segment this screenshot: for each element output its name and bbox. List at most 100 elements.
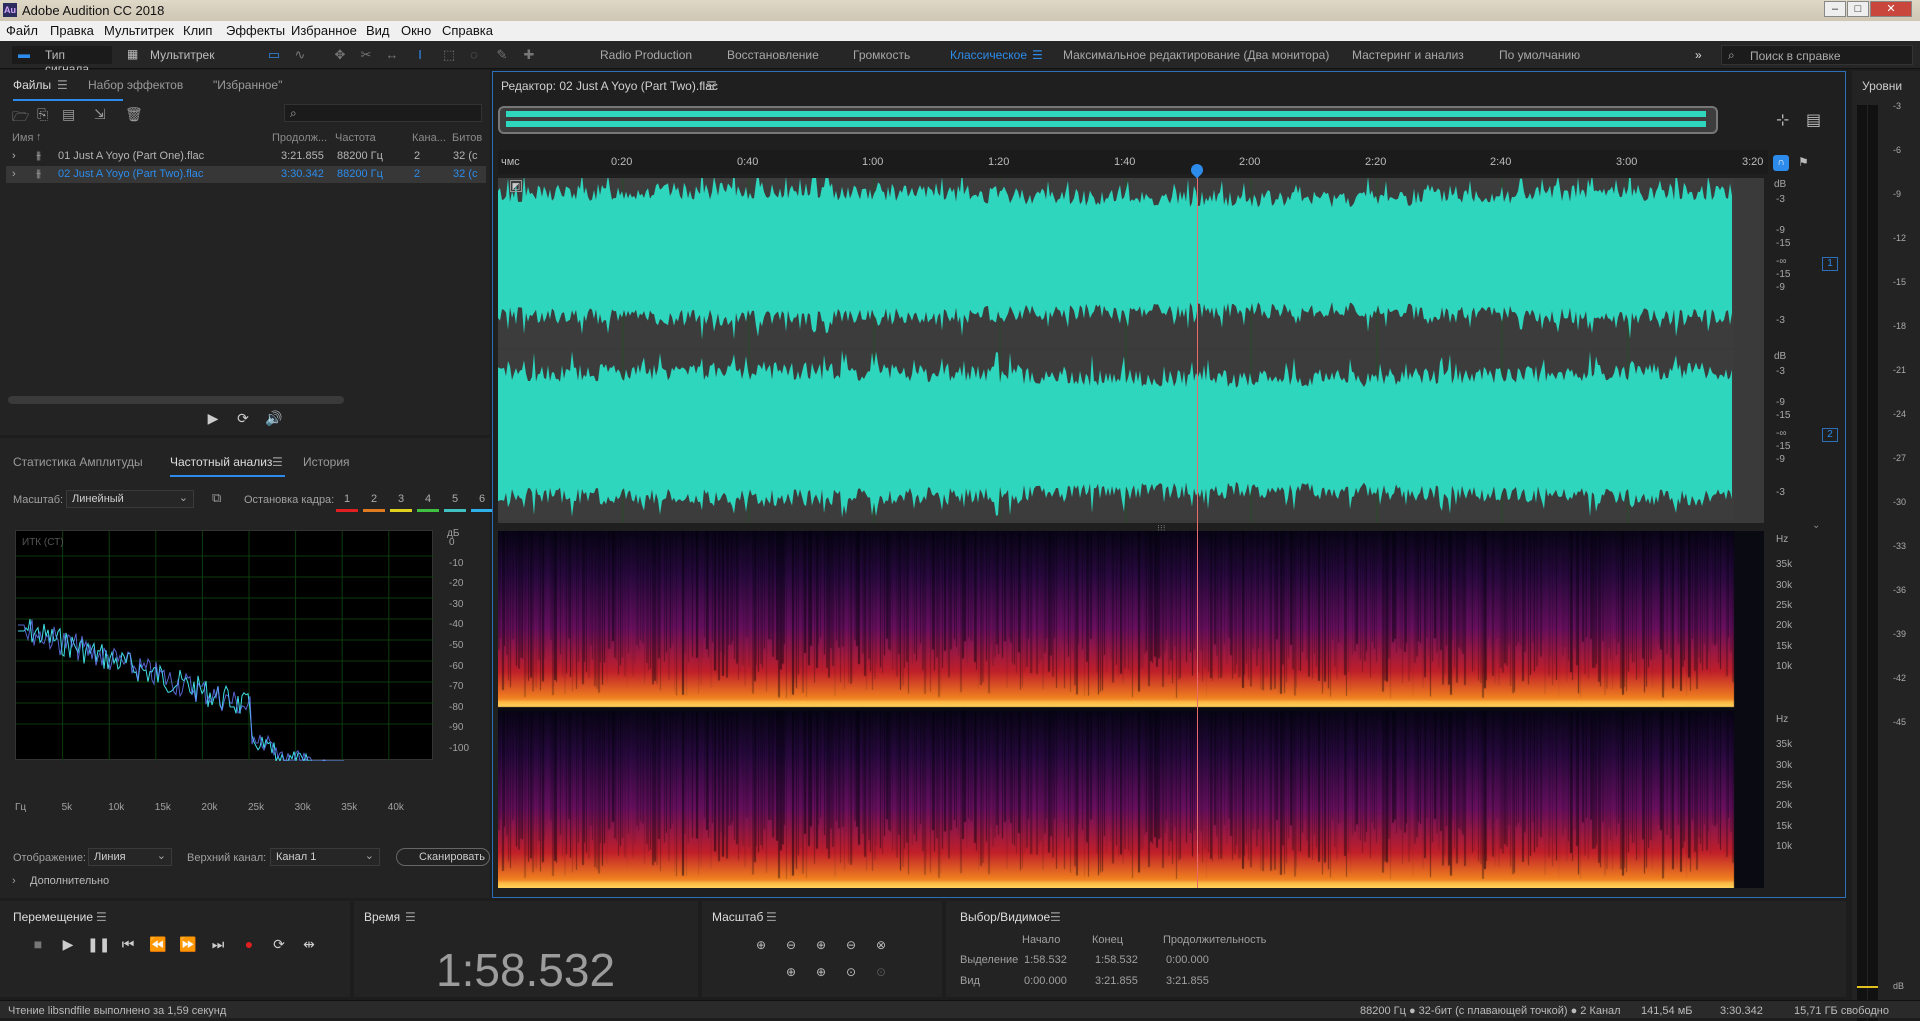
tab-files[interactable]: Файлы (13, 78, 51, 92)
selection-start[interactable]: 1:58.532 (1024, 954, 1067, 966)
zoom-out-time-icon[interactable]: ⊖ (840, 935, 862, 955)
tab-effects-rack[interactable]: Набор эффектов (88, 78, 183, 92)
spectral-display-icon[interactable]: ▭ (265, 46, 283, 64)
menu-file[interactable]: Файл (6, 23, 38, 38)
menu-favorites[interactable]: Избранное (291, 23, 357, 38)
display-dropdown[interactable]: Линия (88, 848, 172, 866)
menu-effects[interactable]: Эффекты (226, 23, 285, 38)
stop-icon[interactable]: ■ (28, 934, 48, 954)
import-file-icon[interactable]: ⎘ (37, 106, 48, 123)
playhead[interactable] (1197, 170, 1198, 888)
advanced-chevron-icon[interactable]: › (12, 875, 16, 887)
file-row-selected[interactable]: › ⫵ 02 Just A Yoyo (Part Two).flac 3:30.… (6, 166, 486, 183)
zoom-in-start-icon[interactable]: ⊕ (780, 962, 802, 982)
pitch-display-icon[interactable]: ∿ (291, 46, 309, 64)
workspace-loudness[interactable]: Громкость (853, 48, 910, 62)
minimize-button[interactable]: – (1824, 1, 1846, 17)
zoom-in-end-icon[interactable]: ⊕ (810, 962, 832, 982)
pause-icon[interactable]: ❚❚ (87, 934, 110, 954)
col-bits[interactable]: Битов (452, 132, 482, 144)
collapse-chevron-icon[interactable]: ⌄ (1812, 520, 1820, 531)
new-file-icon[interactable]: ▤ (62, 106, 75, 123)
workspace-restoration[interactable]: Восстановление (727, 48, 819, 62)
spot-healing-tool-icon[interactable]: ✚ (520, 46, 538, 64)
menu-help[interactable]: Справка (442, 23, 493, 38)
workspace-radio-production[interactable]: Radio Production (600, 48, 692, 62)
headphone-icon[interactable]: ∩ (1773, 155, 1789, 171)
menu-window[interactable]: Окно (401, 23, 431, 38)
menu-clip[interactable]: Клип (183, 23, 212, 38)
preview-loop-icon[interactable]: ⟳ (233, 408, 253, 428)
expand-chevron-icon[interactable]: › (12, 150, 16, 162)
zoom-out-full-icon[interactable]: ⊗ (870, 935, 892, 955)
waveform-area[interactable] (498, 167, 1764, 523)
hud-icon[interactable]: ◩ (510, 180, 522, 192)
time-menu-icon[interactable]: ☰ (405, 910, 416, 924)
loop-playback-icon[interactable]: ⟳ (269, 934, 289, 954)
channel-2-badge[interactable]: 2 (1822, 428, 1838, 442)
hold-button-4[interactable]: 4 (417, 490, 439, 508)
expand-chevron-icon[interactable]: › (12, 168, 16, 180)
files-tab-menu-icon[interactable]: ☰ (57, 78, 68, 92)
brush-tool-icon[interactable]: ✎ (493, 46, 511, 64)
view-duration[interactable]: 3:21.855 (1166, 975, 1209, 987)
workspace-max-edit[interactable]: Максимальное редактирование (Два монитор… (1063, 48, 1329, 62)
menu-edit[interactable]: Правка (50, 23, 94, 38)
scale-dropdown[interactable]: Линейный (66, 490, 194, 508)
play-icon[interactable]: ▶ (58, 934, 78, 954)
capture-icon[interactable]: ⧉ (212, 490, 221, 506)
spectrogram-area[interactable] (498, 531, 1764, 888)
maximize-button[interactable]: □ (1847, 1, 1869, 17)
workspace-mastering[interactable]: Мастеринг и анализ (1352, 48, 1464, 62)
zoom-in-amplitude-icon[interactable]: ⊕ (750, 935, 772, 955)
selection-menu-icon[interactable]: ☰ (1050, 910, 1061, 924)
hold-button-5[interactable]: 5 (444, 490, 466, 508)
rewind-icon[interactable]: ⏪ (148, 934, 168, 954)
menu-multitrack[interactable]: Мультитрек (104, 23, 174, 38)
files-search-input[interactable]: ⌕ (284, 104, 482, 122)
workspace-classic[interactable]: Классическое (950, 48, 1027, 62)
move-tool-icon[interactable]: ✥ (331, 46, 349, 64)
lasso-tool-icon[interactable]: ◌ (465, 46, 483, 64)
hold-button-3[interactable]: 3 (390, 490, 412, 508)
hold-button-1[interactable]: 1 (336, 490, 358, 508)
record-icon[interactable]: ● (239, 934, 259, 954)
zoom-out-amplitude-icon[interactable]: ⊖ (780, 935, 802, 955)
files-horizontal-scrollbar[interactable] (8, 396, 344, 404)
zoom-navigator-icon[interactable]: ⊹ (1776, 110, 1789, 130)
auto-play-icon[interactable]: 🔊 (264, 408, 284, 428)
view-end[interactable]: 3:21.855 (1095, 975, 1138, 987)
close-button[interactable]: ✕ (1870, 1, 1912, 17)
col-duration[interactable]: Продолж... (272, 132, 327, 144)
scan-button[interactable]: Сканировать (396, 848, 490, 866)
workspace-menu-icon[interactable]: ☰ (1032, 48, 1043, 62)
multitrack-mode-button[interactable]: ▦ Мультитрек (124, 46, 214, 64)
slip-tool-icon[interactable]: ↔ (383, 46, 401, 64)
view-start[interactable]: 0:00.000 (1024, 975, 1067, 987)
editor-menu-icon[interactable]: ☰ (706, 79, 717, 93)
more-workspaces-icon[interactable]: » (1695, 48, 1702, 62)
fast-forward-icon[interactable]: ⏩ (178, 934, 198, 954)
overview-navigator[interactable] (498, 106, 1718, 134)
go-to-end-icon[interactable]: ⏭ (208, 934, 228, 954)
selection-end[interactable]: 1:58.532 (1095, 954, 1138, 966)
workspace-default[interactable]: По умолчанию (1499, 48, 1580, 62)
col-channels[interactable]: Кана... (412, 132, 446, 144)
help-search-input[interactable]: ⌕ Поиск в справке (1721, 45, 1913, 65)
advanced-toggle[interactable]: Дополнительно (30, 875, 109, 887)
razor-tool-icon[interactable]: ✂ (357, 46, 375, 64)
zoom-spectral-icon[interactable]: ⊙ (870, 962, 892, 982)
menu-view[interactable]: Вид (366, 23, 390, 38)
time-display[interactable]: 1:58.532 (436, 943, 615, 997)
skip-selection-icon[interactable]: ⇹ (299, 934, 319, 954)
channel-dropdown[interactable]: Канал 1 (270, 848, 380, 866)
hold-button-6[interactable]: 6 (471, 490, 493, 508)
hold-button-2[interactable]: 2 (363, 490, 385, 508)
selection-duration[interactable]: 0:00.000 (1166, 954, 1209, 966)
zoom-in-time-icon[interactable]: ⊕ (810, 935, 832, 955)
col-rate[interactable]: Частота (335, 132, 376, 144)
file-row[interactable]: › ⫵ 01 Just A Yoyo (Part One).flac 3:21.… (6, 148, 486, 165)
time-selection-tool-icon[interactable]: I (411, 46, 429, 64)
channel-1-badge[interactable]: 1 (1822, 257, 1838, 271)
analysis-tab-menu-icon[interactable]: ☰ (272, 455, 283, 469)
